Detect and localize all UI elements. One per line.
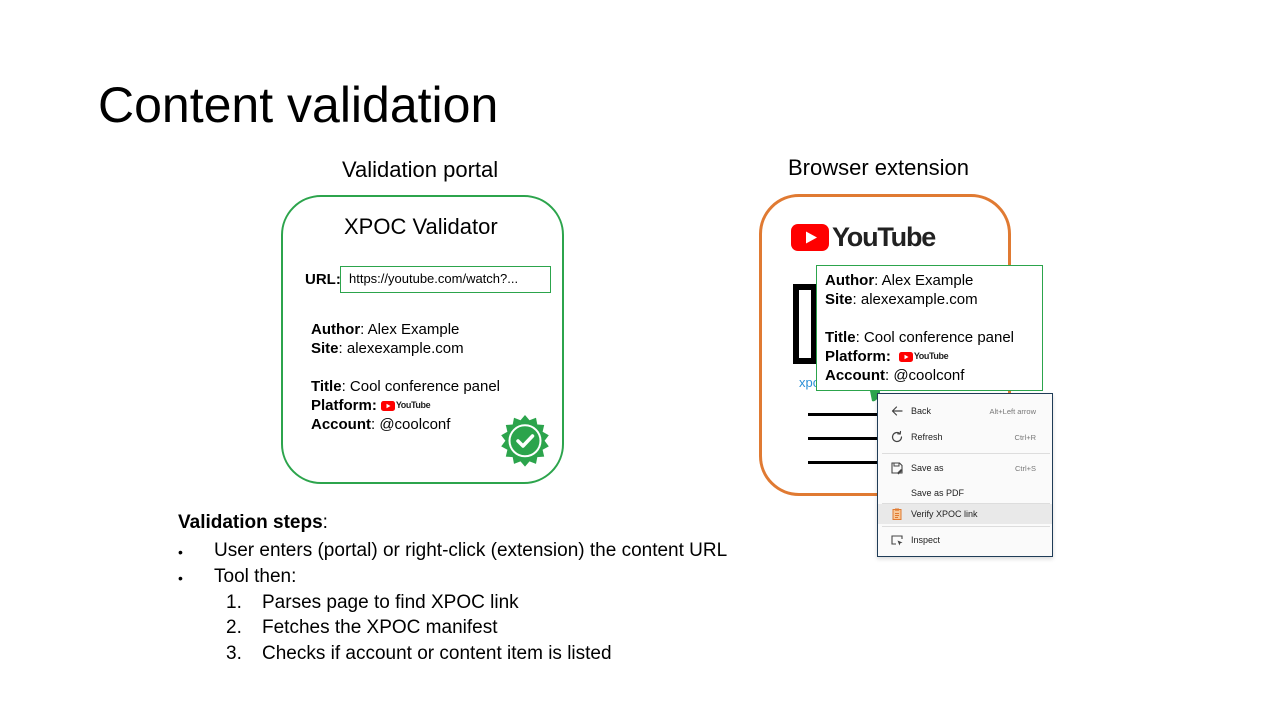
validator-title: XPOC Validator: [344, 214, 498, 239]
site-label: Site: [311, 340, 339, 357]
page-text-line: [808, 461, 878, 464]
qr-code-fragment: [793, 284, 817, 364]
menu-item-refresh[interactable]: Refresh Ctrl+R: [878, 427, 1052, 447]
refresh-icon: [891, 430, 903, 443]
sub-step-number: 1.: [226, 592, 242, 613]
youtube-logo: YouTube: [791, 222, 936, 253]
step-bullet: Tool then:: [214, 566, 297, 587]
menu-item-verify-xpoc[interactable]: Verify XPOC link: [878, 504, 1052, 524]
xpoc-result-popup: Author: Alex Example Site: alexexample.c…: [816, 265, 1043, 391]
title-value: : Cool conference panel: [341, 378, 501, 395]
menu-item-shortcut: Alt+Left arrow: [989, 407, 1036, 416]
sub-step-number: 3.: [226, 643, 242, 664]
inspect-icon: [891, 535, 903, 546]
menu-item-label: Refresh: [911, 432, 943, 442]
bullet-marker: •: [178, 570, 183, 586]
author-value: : Alex Example: [360, 321, 460, 338]
youtube-logo-small: YouTube: [898, 347, 949, 366]
sub-step: Fetches the XPOC manifest: [262, 617, 498, 638]
menu-item-save-as[interactable]: Save as Ctrl+S: [878, 458, 1052, 478]
title-label: Title: [311, 378, 342, 395]
page-text-line: [808, 437, 878, 440]
sub-step: Parses page to find XPOC link: [262, 592, 519, 613]
youtube-wordmark: YouTube: [832, 222, 936, 252]
title-label: Title: [825, 329, 856, 346]
menu-item-save-as-pdf[interactable]: Save as PDF: [878, 483, 1052, 503]
verified-seal-icon: [501, 415, 549, 467]
menu-item-back[interactable]: Back Alt+Left arrow: [878, 401, 1052, 421]
menu-item-label: Save as PDF: [911, 488, 965, 498]
platform-label: Platform:: [825, 348, 891, 365]
youtube-play-icon: [898, 351, 913, 362]
account-label: Account: [311, 416, 371, 433]
portal-heading: Validation portal: [342, 157, 499, 182]
account-label: Account: [825, 367, 885, 384]
save-as-icon: [891, 462, 903, 475]
menu-item-label: Verify XPOC link: [911, 509, 978, 519]
author-label: Author: [311, 321, 361, 338]
youtube-wordmark: YouTube: [913, 351, 949, 361]
validation-steps: Validation steps: • User enters (portal)…: [178, 510, 818, 680]
menu-separator: [882, 453, 1050, 454]
site-label: Site: [825, 291, 853, 308]
step-bullet: User enters (portal) or right-click (ext…: [214, 540, 728, 561]
menu-item-label: Inspect: [911, 535, 941, 545]
slide-title: Content validation: [98, 77, 499, 133]
site-value: : alexexample.com: [338, 340, 464, 357]
author-label: Author: [825, 272, 875, 289]
platform-label: Platform:: [311, 397, 377, 414]
validator-result: Author: Alex Example Site: alexexample.c…: [311, 320, 500, 434]
url-label: URL:: [305, 271, 341, 288]
menu-item-shortcut: Ctrl+S: [1014, 464, 1036, 473]
context-menu: Back Alt+Left arrow Refresh Ctrl+R Save …: [877, 393, 1053, 557]
steps-heading: Validation steps:: [178, 512, 328, 533]
page-text-line: [808, 413, 878, 416]
sub-step-number: 2.: [226, 617, 242, 638]
url-input[interactable]: https://youtube.com/watch?...: [340, 266, 551, 293]
extension-heading: Browser extension: [788, 155, 969, 180]
xpoc-clipboard-icon: [892, 508, 902, 520]
menu-item-inspect[interactable]: Inspect: [878, 530, 1052, 550]
menu-item-label: Back: [911, 406, 932, 416]
title-value: : Cool conference panel: [855, 329, 1015, 346]
menu-separator: [882, 526, 1050, 527]
menu-item-label: Save as: [911, 463, 944, 473]
site-value: : alexexample.com: [852, 291, 978, 308]
bullet-marker: •: [178, 544, 183, 560]
back-arrow-icon: [891, 406, 903, 416]
author-value: : Alex Example: [874, 272, 974, 289]
account-value: : @coolconf: [371, 416, 451, 433]
youtube-play-icon: [791, 224, 829, 251]
youtube-play-icon: [380, 400, 395, 411]
youtube-logo-small: YouTube: [380, 396, 431, 415]
youtube-wordmark: YouTube: [395, 400, 431, 410]
account-value: : @coolconf: [885, 367, 965, 384]
menu-item-shortcut: Ctrl+R: [1014, 433, 1036, 442]
sub-step: Checks if account or content item is lis…: [262, 643, 612, 664]
